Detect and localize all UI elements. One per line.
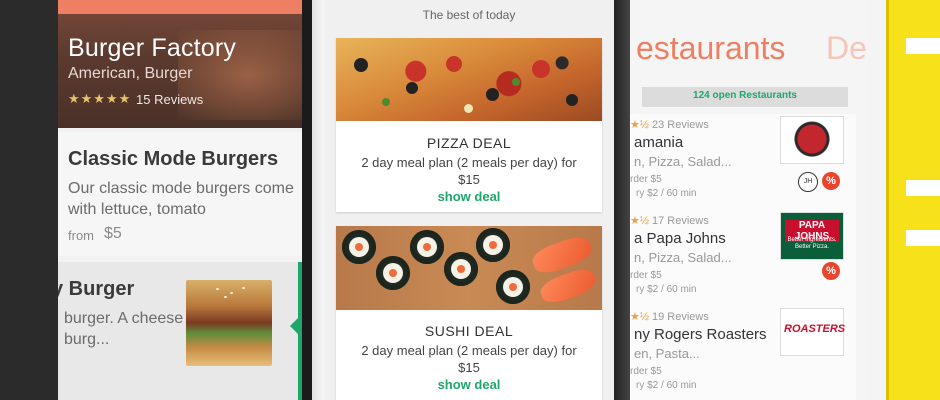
show-deal-link[interactable]: show deal	[336, 189, 602, 204]
burger-photo	[186, 280, 272, 366]
restaurant-name: Burger Factory	[68, 34, 237, 62]
device-bezel	[302, 0, 312, 400]
review-count: 23 Reviews	[652, 119, 709, 131]
restaurant-name: ny Rogers Roasters	[634, 326, 767, 343]
price-from-label: from	[68, 228, 94, 243]
deals-screen: The best of today PIZZA DEAL 2 day meal …	[324, 0, 614, 400]
discount-badge-icon: %	[822, 172, 840, 190]
open-restaurants-count: 124 open Restaurants	[693, 90, 797, 101]
kenny-rogers-logo: ROASTERS	[780, 308, 846, 356]
hero-top-bar	[58, 0, 302, 14]
menu-item-price: $5	[104, 225, 122, 242]
menu-item-description: burger. A cheese burg...	[64, 310, 184, 348]
discount-badge-icon: %	[822, 262, 840, 280]
deal-title: SUSHI DEAL	[424, 323, 514, 339]
kenny-rogers-logo-text: ROASTERS	[784, 323, 846, 335]
rating-stars-icon: ★½	[630, 215, 650, 227]
pizza-photo	[336, 38, 602, 121]
selection-arrow-icon	[290, 318, 298, 334]
menu-item-card-selected[interactable]: y Burger burger. A cheese burg...	[58, 262, 302, 400]
device-frame-right	[614, 0, 630, 400]
delivery-info: ry $2 / 60 min	[636, 380, 697, 391]
papa-johns-logo-tagline: Better Ingredients. Better Pizza.	[787, 237, 837, 250]
device-frame-right	[868, 0, 886, 400]
side-button	[906, 38, 940, 54]
show-deal-link[interactable]: show deal	[336, 377, 602, 392]
pastamania-logo	[780, 116, 844, 164]
deal-title: PIZZA DEAL	[426, 135, 512, 151]
restaurant-name: a Papa Johns	[634, 230, 726, 247]
restaurants-screen: estaurants De 124 open Restaurants ★½ 23…	[630, 0, 868, 400]
restaurant-categories: en, Pasta...	[634, 346, 700, 361]
phone-left: Burger Factory American, Burger ★★★★★ 15…	[0, 0, 312, 400]
deal-card-pizza[interactable]: PIZZA DEAL 2 day meal plan (2 meals per …	[336, 38, 602, 212]
deal-card-sushi[interactable]: SUSHI DEAL 2 day meal plan (2 meals per …	[336, 226, 602, 400]
open-restaurants-bar: 124 open Restaurants	[642, 87, 848, 107]
review-count[interactable]: 15 Reviews	[136, 92, 203, 107]
min-order: rder $5	[630, 270, 662, 281]
phone-middle: The best of today PIZZA DEAL 2 day meal …	[312, 0, 630, 400]
restaurant-hero: Burger Factory American, Burger ★★★★★ 15…	[58, 0, 302, 128]
papa-johns-logo: PAPA JOHNS Better Ingredients. Better Pi…	[780, 212, 844, 260]
next-tab-title[interactable]: De	[826, 30, 867, 67]
deal-description: 2 day meal plan (2 meals per day) for $1…	[361, 343, 577, 375]
device-frame-left	[312, 0, 324, 400]
deal-description: 2 day meal plan (2 meals per day) for $1…	[361, 155, 577, 187]
sushi-photo	[336, 226, 602, 310]
side-button	[906, 180, 940, 196]
delivery-info: ry $2 / 60 min	[636, 284, 697, 295]
restaurant-row[interactable]: ★½ 17 Reviews a Papa Johns n, Pizza, Sal…	[630, 210, 856, 307]
menu-item-title: Classic Mode Burgers	[68, 148, 279, 170]
restaurant-categories: n, Pizza, Salad...	[634, 154, 732, 169]
restaurant-name: amania	[634, 134, 684, 151]
jh-halal-icon: JH	[798, 172, 818, 192]
side-button	[906, 230, 940, 246]
rating-stars-icon: ★½	[630, 311, 650, 323]
phone-right: estaurants De 124 open Restaurants ★½ 23…	[630, 0, 940, 400]
rating-stars-icon: ★★★★★	[68, 91, 132, 106]
rating-stars-icon: ★½	[630, 119, 650, 131]
min-order: rder $5	[630, 174, 662, 185]
device-edge	[886, 0, 889, 400]
min-order: rder $5	[630, 366, 662, 377]
review-count: 19 Reviews	[652, 311, 709, 323]
delivery-info: ry $2 / 60 min	[636, 188, 697, 199]
deals-header: The best of today	[422, 8, 516, 22]
restaurant-row[interactable]: ★½ 19 Reviews ny Rogers Roasters en, Pas…	[630, 306, 856, 400]
restaurant-categories: n, Pizza, Salad...	[634, 250, 732, 265]
screen-title: estaurants	[636, 30, 786, 66]
restaurant-detail-screen: Burger Factory American, Burger ★★★★★ 15…	[58, 0, 302, 400]
menu-item-card[interactable]: Classic Mode Burgers Our classic mode bu…	[58, 132, 302, 256]
restaurant-cuisine: American, Burger	[68, 65, 193, 82]
menu-item-description: Our classic mode burgers come with lettu…	[68, 180, 294, 218]
restaurant-row[interactable]: ★½ 23 Reviews amania n, Pizza, Salad... …	[630, 114, 856, 211]
device-body-yellow	[886, 0, 940, 400]
menu-item-title: y Burger	[58, 278, 135, 300]
review-count: 17 Reviews	[652, 215, 709, 227]
